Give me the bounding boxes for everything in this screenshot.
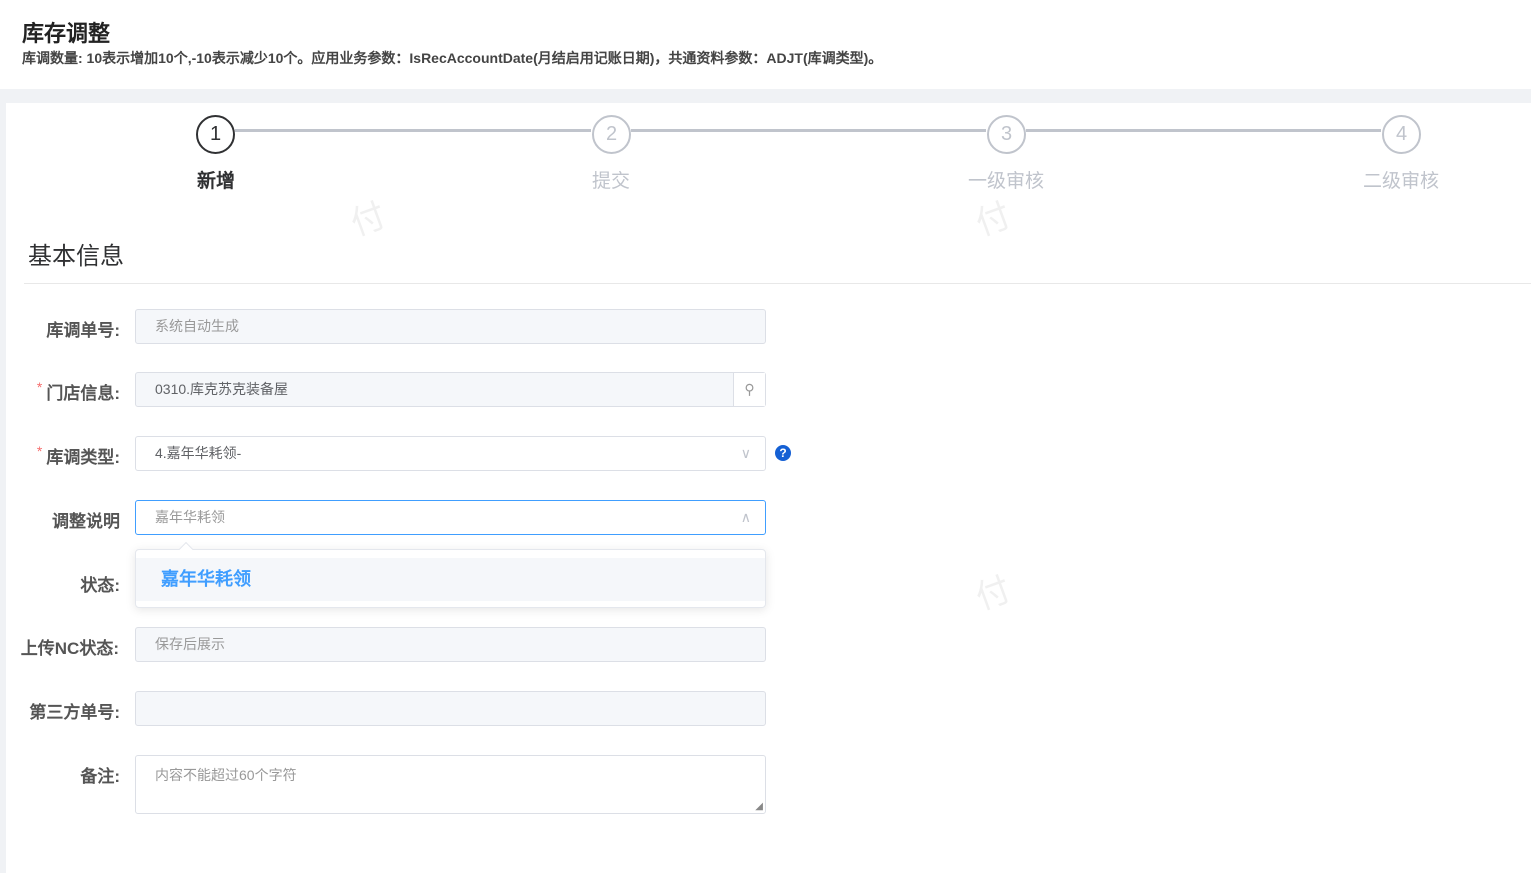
page-description: 库调数量: 10表示增加10个,-10表示减少10个。应用业务参数：IsRecA… xyxy=(22,50,883,66)
nc-status-input[interactable]: 保存后展示 xyxy=(135,627,766,662)
step-4-label: 二级审核 xyxy=(1362,171,1439,192)
remark-label: 备注: xyxy=(80,767,120,786)
store-label-text: 门店信息: xyxy=(46,384,120,403)
section-title: 基本信息 xyxy=(28,243,124,270)
nc-status-label: 上传NC状态: xyxy=(20,639,119,658)
dropdown-option[interactable]: 嘉年华耗领 xyxy=(136,558,765,601)
store-value: 0310.库克苏克装备屋 xyxy=(155,381,289,397)
order-no-input[interactable]: 系统自动生成 xyxy=(135,309,766,344)
step-3-label: 一级审核 xyxy=(967,171,1044,192)
chevron-down-icon: ∨ xyxy=(740,445,751,461)
step-3-icon: 3 xyxy=(987,115,1026,154)
step-2-icon: 2 xyxy=(592,115,631,154)
required-mark: * xyxy=(36,443,43,459)
note-placeholder: 嘉年华耗领 xyxy=(155,509,225,525)
type-label: * 库调类型: xyxy=(0,443,120,468)
resize-handle-icon[interactable]: ◢ xyxy=(755,801,763,812)
step-connector xyxy=(1026,129,1381,132)
step-connector xyxy=(235,129,591,132)
page-header: 库存调整 库调数量: 10表示增加10个,-10表示减少10个。应用业务参数：I… xyxy=(0,0,1531,89)
divider xyxy=(24,283,1531,284)
note-dropdown: 嘉年华耗领 xyxy=(135,541,766,608)
note-select[interactable]: 嘉年华耗领 ∧ xyxy=(135,500,766,535)
store-label: * 门店信息: xyxy=(0,379,120,404)
step-1-icon: 1 xyxy=(196,115,235,154)
remark-placeholder: 内容不能超过60个字符 xyxy=(155,767,297,783)
help-icon[interactable]: ? xyxy=(775,445,791,461)
step-2-label: 提交 xyxy=(591,171,630,192)
step-connector xyxy=(631,129,986,132)
step-4-icon: 4 xyxy=(1382,115,1421,154)
third-no-label: 第三方单号: xyxy=(29,703,120,722)
type-select[interactable]: 4.嘉年华耗领- ∨ xyxy=(135,436,766,471)
separator xyxy=(0,89,1531,103)
remark-textarea[interactable]: 内容不能超过60个字符 ◢ xyxy=(135,755,766,814)
search-icon[interactable]: ⚲ xyxy=(733,373,765,406)
order-no-label: 库调单号: xyxy=(46,321,120,340)
third-no-input[interactable] xyxy=(135,691,766,726)
chevron-up-icon: ∧ xyxy=(740,509,751,525)
store-input[interactable]: 0310.库克苏克装备屋 ⚲ xyxy=(135,372,766,407)
type-label-text: 库调类型: xyxy=(46,448,120,467)
note-label: 调整说明 xyxy=(52,512,120,531)
step-1-label: 新增 xyxy=(196,171,235,192)
type-value: 4.嘉年华耗领- xyxy=(155,445,242,461)
page-title: 库存调整 xyxy=(22,21,111,46)
required-mark: * xyxy=(36,379,43,395)
status-label: 状态: xyxy=(80,576,120,595)
